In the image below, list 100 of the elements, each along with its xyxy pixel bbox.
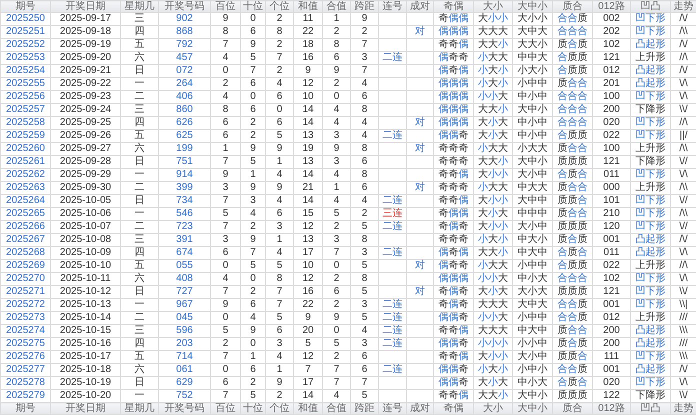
table-cell: 7 xyxy=(210,194,240,208)
table-cell: 小中小 xyxy=(512,364,552,376)
table-cell: 合合质 xyxy=(552,364,592,376)
table-cell: 凹下形 xyxy=(630,376,670,390)
table-cell: 质质合 xyxy=(552,350,592,364)
table-cell: 大大小 xyxy=(474,156,512,168)
table-cell: 2025-10-09 xyxy=(50,246,120,260)
table-cell: \// xyxy=(670,194,696,208)
table-cell: 大小小 xyxy=(474,220,512,234)
table-cell: 5 xyxy=(266,130,294,142)
table-cell: 大中小 xyxy=(512,104,552,116)
table-cell: 210 xyxy=(592,208,630,220)
column-header: 走势 xyxy=(670,0,696,12)
table-cell: 2025-09-22 xyxy=(50,78,120,90)
table-cell: 0 xyxy=(210,364,240,376)
table-cell: 2 xyxy=(322,272,350,286)
table-cell: 奇奇偶 xyxy=(434,350,474,364)
table-cell: 小小大 xyxy=(474,312,512,324)
table-cell: 2025-09-30 xyxy=(50,182,120,194)
table-cell: 小大小 xyxy=(474,78,512,90)
table-cell: 4 xyxy=(266,350,294,364)
table-cell: 奇奇奇 xyxy=(434,182,474,194)
table-cell: 奇奇偶 xyxy=(434,194,474,208)
table-cell: 22 xyxy=(294,26,322,38)
table-cell: 0 xyxy=(322,90,350,104)
table-cell: 2025-10-18 xyxy=(50,364,120,376)
table-cell: 2025-09-18 xyxy=(50,26,120,38)
table-cell: 0 xyxy=(240,272,266,286)
table-cell: 凹下形 xyxy=(630,298,670,312)
table-cell: 小大大 xyxy=(474,182,512,194)
table-cell: 奇奇奇 xyxy=(434,234,474,246)
table-cell: 22 xyxy=(294,298,322,312)
table-cell: 合合合 xyxy=(552,90,592,104)
table-cell: 一 xyxy=(120,298,158,312)
table-cell: 大中大 xyxy=(512,298,552,312)
table-cell: 2025-09-21 xyxy=(50,64,120,78)
table-cell: 凹下形 xyxy=(630,208,670,220)
table-cell: 偶偶偶 xyxy=(434,90,474,104)
table-cell: 对 xyxy=(406,260,434,272)
table-cell: 日 xyxy=(120,64,158,78)
table-cell: 9 xyxy=(322,64,350,78)
table-cell: 偶偶奇 xyxy=(434,376,474,390)
table-cell: 002 xyxy=(592,12,630,26)
table-cell: 小大大 xyxy=(512,142,552,156)
table-cell: 6 xyxy=(210,116,240,130)
table-cell: 0 xyxy=(240,12,266,26)
table-cell: 凸起形 xyxy=(630,324,670,338)
table-cell: 二连 xyxy=(382,338,402,349)
table-cell: 凸起形 xyxy=(630,234,670,246)
table-cell: 合合合 xyxy=(552,116,592,130)
table-cell: \// xyxy=(670,220,696,234)
table-cell: 000 xyxy=(592,182,630,194)
table-cell: 001 xyxy=(592,364,630,376)
table-cell: 一 xyxy=(120,208,158,220)
column-header: 开奖日期 xyxy=(50,402,120,414)
table-cell: 大小大 xyxy=(512,286,552,298)
table-cell: 2 xyxy=(240,220,266,234)
table-cell: 合质合 xyxy=(552,376,592,390)
table-cell: 5 xyxy=(350,220,378,234)
table-cell: 2025-10-17 xyxy=(50,350,120,364)
table-cell: 二 xyxy=(120,90,158,104)
table-cell: 4 xyxy=(210,272,240,286)
table-cell: 5 xyxy=(266,260,294,272)
table-cell: 偶偶奇 xyxy=(434,338,474,350)
table-cell: 偶偶奇 xyxy=(434,364,474,376)
table-cell: 012 xyxy=(592,312,630,324)
table-cell: 3 xyxy=(266,338,294,350)
table-cell: 020 xyxy=(592,376,630,390)
column-header: 质合 xyxy=(552,402,592,414)
table-cell: 3 xyxy=(240,194,266,208)
table-cell: 201 xyxy=(592,78,630,90)
table-cell: 7 xyxy=(350,64,378,78)
table-cell: 奇奇奇 xyxy=(434,142,474,156)
table-cell: 200 xyxy=(592,324,630,338)
table-cell: 偶偶偶 xyxy=(434,116,474,130)
table-cell: 奇偶偶 xyxy=(434,12,474,26)
table-cell: 凸起形 xyxy=(630,246,670,260)
table-cell: 2025-09-28 xyxy=(50,156,120,168)
column-header: 大中小 xyxy=(512,402,552,414)
table-cell: 三 xyxy=(120,104,158,116)
table-cell: 4 xyxy=(240,312,266,324)
table-cell: 四 xyxy=(120,338,158,350)
column-header: 凹凸 xyxy=(630,0,670,12)
table-cell: 2025-09-19 xyxy=(50,38,120,52)
table-cell: 2025-09-25 xyxy=(50,116,120,130)
table-cell: 偶偶奇 xyxy=(434,130,474,142)
table-cell: 022 xyxy=(592,130,630,142)
table-cell: 对 xyxy=(406,182,434,194)
table-cell: \// xyxy=(670,156,696,168)
table-cell: 11 xyxy=(294,12,322,26)
table-cell: 8 xyxy=(350,234,378,246)
table-cell: 2 xyxy=(210,78,240,90)
table-cell: 4 xyxy=(350,130,378,142)
column-header: 和值 xyxy=(294,0,322,12)
table-cell: 中小大 xyxy=(512,272,552,286)
table-cell: \/\ xyxy=(670,272,696,286)
table-cell: 2025-10-11 xyxy=(50,272,120,286)
table-cell: 7 xyxy=(210,350,240,364)
table-cell: 中小大 xyxy=(512,376,552,390)
table-cell: 凹下形 xyxy=(630,220,670,234)
